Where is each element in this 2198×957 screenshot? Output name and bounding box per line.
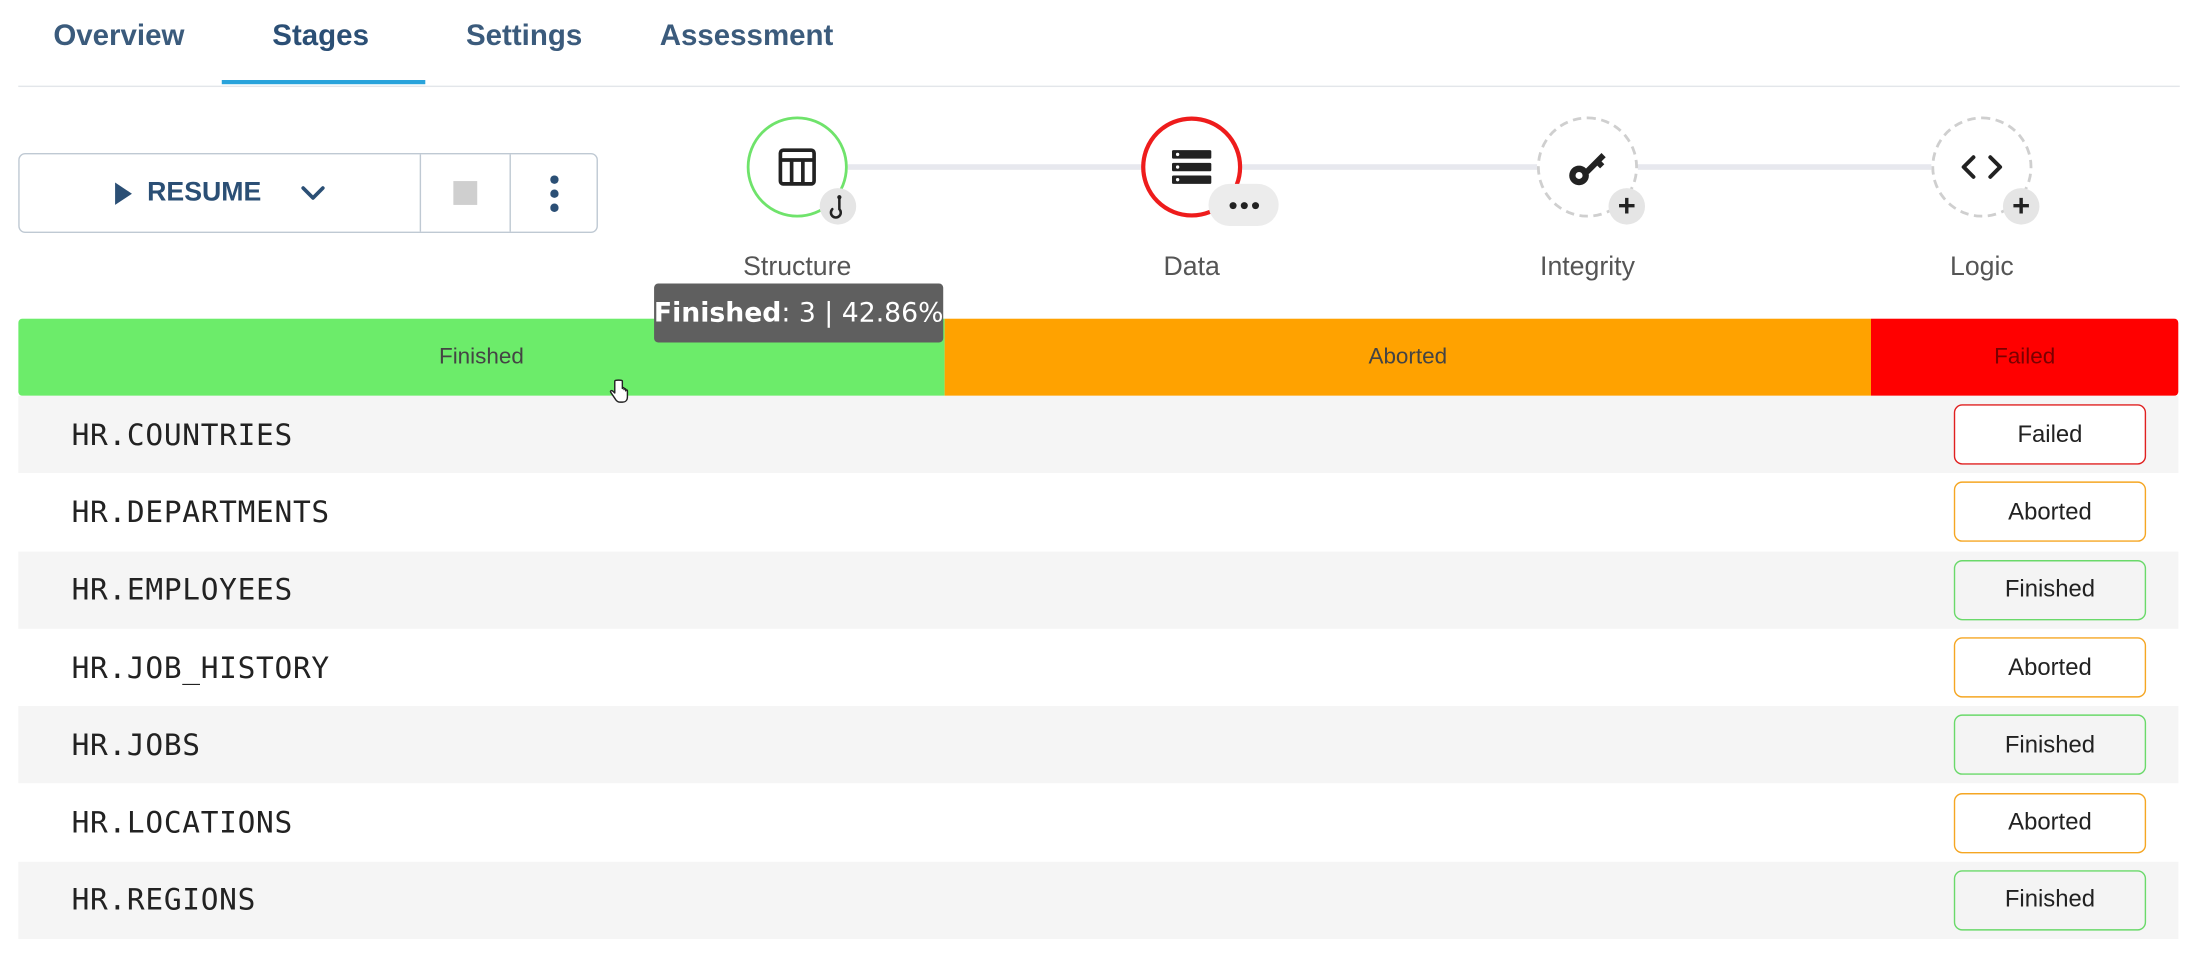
- database-icon: [1172, 150, 1212, 184]
- object-name: HR.COUNTRIES: [71, 417, 293, 452]
- stage-label-integrity: Integrity: [1540, 252, 1635, 283]
- stage-connector: [847, 164, 1932, 170]
- table-row[interactable]: HR.COUNTRIES Failed: [18, 395, 2179, 474]
- status-progress-bar: Finished Aborted Failed: [18, 318, 2179, 396]
- tooltip-detail: : 3 | 42.86%: [781, 297, 944, 329]
- stage-label-structure: Structure: [743, 252, 852, 283]
- tab-stages[interactable]: Stages: [272, 20, 369, 54]
- table-icon: [778, 148, 816, 186]
- tab-assessment[interactable]: Assessment: [660, 20, 834, 54]
- more-options-button[interactable]: [511, 154, 597, 231]
- table-row[interactable]: HR.LOCATIONS Aborted: [18, 784, 2178, 862]
- status-badge: Failed: [1953, 404, 2147, 465]
- resume-button[interactable]: RESUME: [20, 154, 422, 232]
- object-name: HR.EMPLOYEES: [71, 572, 293, 607]
- table-row[interactable]: HR.JOB_HISTORY Aborted: [18, 629, 2178, 707]
- progress-segment-failed[interactable]: Failed: [1870, 318, 2179, 396]
- more-icon[interactable]: [1208, 183, 1279, 226]
- kebab-menu-icon: [549, 174, 558, 212]
- code-icon: [1961, 155, 2003, 179]
- hand-cursor-icon: [609, 379, 629, 403]
- play-icon: [114, 181, 132, 205]
- stage-label-logic: Logic: [1949, 252, 2014, 283]
- resume-label: RESUME: [147, 177, 262, 208]
- tooltip-label: Finished: [653, 297, 782, 329]
- progress-tooltip: Finished: 3 | 42.86%: [653, 283, 944, 343]
- object-list: HR.COUNTRIES Failed HR.DEPARTMENTS Abort…: [18, 395, 2179, 940]
- status-badge: Finished: [1953, 714, 2147, 776]
- run-controls: RESUME: [18, 152, 598, 233]
- table-row[interactable]: HR.DEPARTMENTS Aborted: [18, 473, 2178, 551]
- add-integrity-plus-icon[interactable]: +: [1608, 188, 1646, 225]
- progress-segment-aborted[interactable]: Aborted: [944, 318, 1871, 396]
- status-badge: Aborted: [1953, 482, 2147, 543]
- status-badge: Finished: [1953, 559, 2147, 621]
- table-row[interactable]: HR.EMPLOYEES Finished: [18, 551, 2179, 629]
- object-name: HR.LOCATIONS: [71, 805, 293, 840]
- status-badge: Aborted: [1953, 637, 2147, 698]
- stage-label-data: Data: [1163, 252, 1220, 283]
- object-name: HR.JOB_HISTORY: [71, 650, 330, 685]
- add-logic-plus-icon[interactable]: +: [2002, 188, 2040, 225]
- tab-settings[interactable]: Settings: [466, 20, 582, 54]
- tab-bar: Overview Stages Settings Assessment: [18, 0, 2180, 88]
- tab-overview[interactable]: Overview: [53, 20, 184, 54]
- object-name: HR.JOBS: [71, 728, 201, 762]
- status-badge: Aborted: [1953, 792, 2147, 853]
- table-row[interactable]: HR.REGIONS Finished: [18, 861, 2179, 940]
- stop-button[interactable]: [421, 154, 511, 232]
- key-icon: [1569, 152, 1606, 186]
- hook-icon[interactable]: [819, 188, 857, 225]
- object-name: HR.DEPARTMENTS: [71, 495, 330, 530]
- active-tab-indicator: [221, 80, 426, 85]
- chevron-down-icon[interactable]: [301, 185, 326, 202]
- object-name: HR.REGIONS: [71, 883, 257, 918]
- status-badge: Finished: [1953, 870, 2147, 931]
- table-row[interactable]: HR.JOBS Finished: [18, 706, 2179, 784]
- stop-icon: [453, 181, 478, 205]
